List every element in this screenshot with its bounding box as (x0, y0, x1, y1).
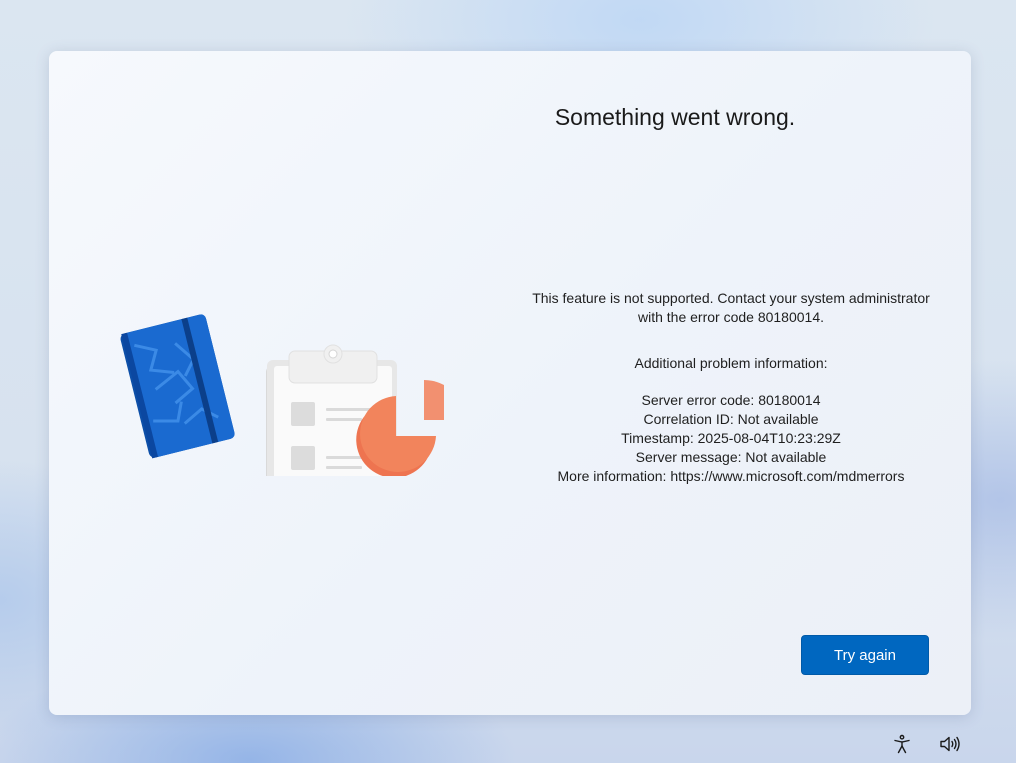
accessibility-icon[interactable] (888, 730, 916, 758)
volume-icon[interactable] (936, 730, 964, 758)
try-again-button[interactable]: Try again (801, 635, 929, 675)
info-timestamp: Timestamp: 2025-08-04T10:23:29Z (621, 430, 841, 446)
notebook-icon (120, 314, 235, 459)
additional-info: Additional problem information: Server e… (489, 354, 973, 486)
oobe-error-dialog: Something went wrong. This feature is no… (49, 51, 971, 715)
error-illustration (114, 286, 466, 521)
info-server-error-code: Server error code: 80180014 (641, 392, 821, 408)
info-server-message: Server message: Not available (635, 449, 827, 465)
page-title: Something went wrong. (554, 104, 796, 130)
info-more-information: More information: https://www.microsoft.… (557, 468, 905, 484)
info-correlation-id: Correlation ID: Not available (643, 411, 819, 427)
error-message: This feature is not supported. Contact y… (532, 290, 930, 325)
info-heading: Additional problem information: (634, 355, 828, 371)
